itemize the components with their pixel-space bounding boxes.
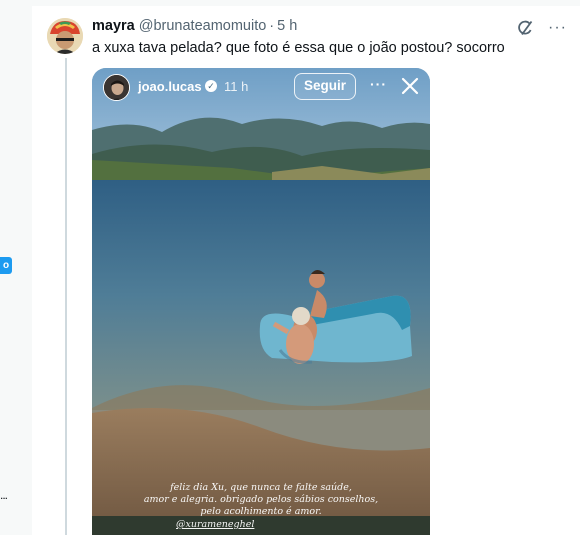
story-more-icon[interactable]: ···: [370, 76, 387, 92]
grok-icon[interactable]: [516, 19, 534, 37]
tweet-header: mayra @brunateamomuito · 5 h: [92, 18, 297, 34]
left-rail: o ...: [0, 0, 32, 535]
story-mention[interactable]: @xurameneghel: [176, 519, 254, 530]
story-username[interactable]: joao.lucas: [138, 79, 202, 94]
lake-photo: [92, 68, 430, 535]
more-options-icon[interactable]: ···: [548, 19, 566, 37]
story-time: 11 h: [224, 79, 249, 94]
story-screenshot[interactable]: joao.lucas ✓ 11 h Seguir ··· feliz dia X…: [92, 68, 430, 535]
separator-dot: ·: [269, 18, 275, 34]
follow-button[interactable]: Seguir: [294, 73, 356, 100]
story-header: joao.lucas ✓ 11 h Seguir ···: [92, 68, 430, 108]
close-icon[interactable]: [400, 76, 420, 96]
story-caption-line-1: feliz dia Xu, que nunca te falte saúde,: [170, 482, 352, 493]
display-name[interactable]: mayra: [92, 18, 135, 34]
story-avatar[interactable]: [103, 74, 130, 101]
user-handle[interactable]: @brunateamomuito: [139, 18, 267, 34]
timestamp[interactable]: 5 h: [277, 18, 297, 34]
tweet-text: a xuxa tava pelada? que foto é essa que …: [92, 40, 505, 56]
tweet-actions-top: ···: [516, 19, 566, 37]
verified-icon: ✓: [205, 80, 217, 92]
story-caption-line-2: amor e alegria. obrigado pelos sábios co…: [143, 494, 379, 505]
tweet-card[interactable]: mayra @brunateamomuito · 5 h ··· a xuxa …: [32, 6, 580, 535]
thread-line: [65, 58, 67, 535]
rail-more-icon[interactable]: ...: [0, 488, 8, 502]
story-caption-line-3: pelo acolhimento é amor.: [200, 506, 322, 517]
avatar[interactable]: [47, 18, 83, 54]
rail-badge[interactable]: o: [0, 257, 12, 274]
